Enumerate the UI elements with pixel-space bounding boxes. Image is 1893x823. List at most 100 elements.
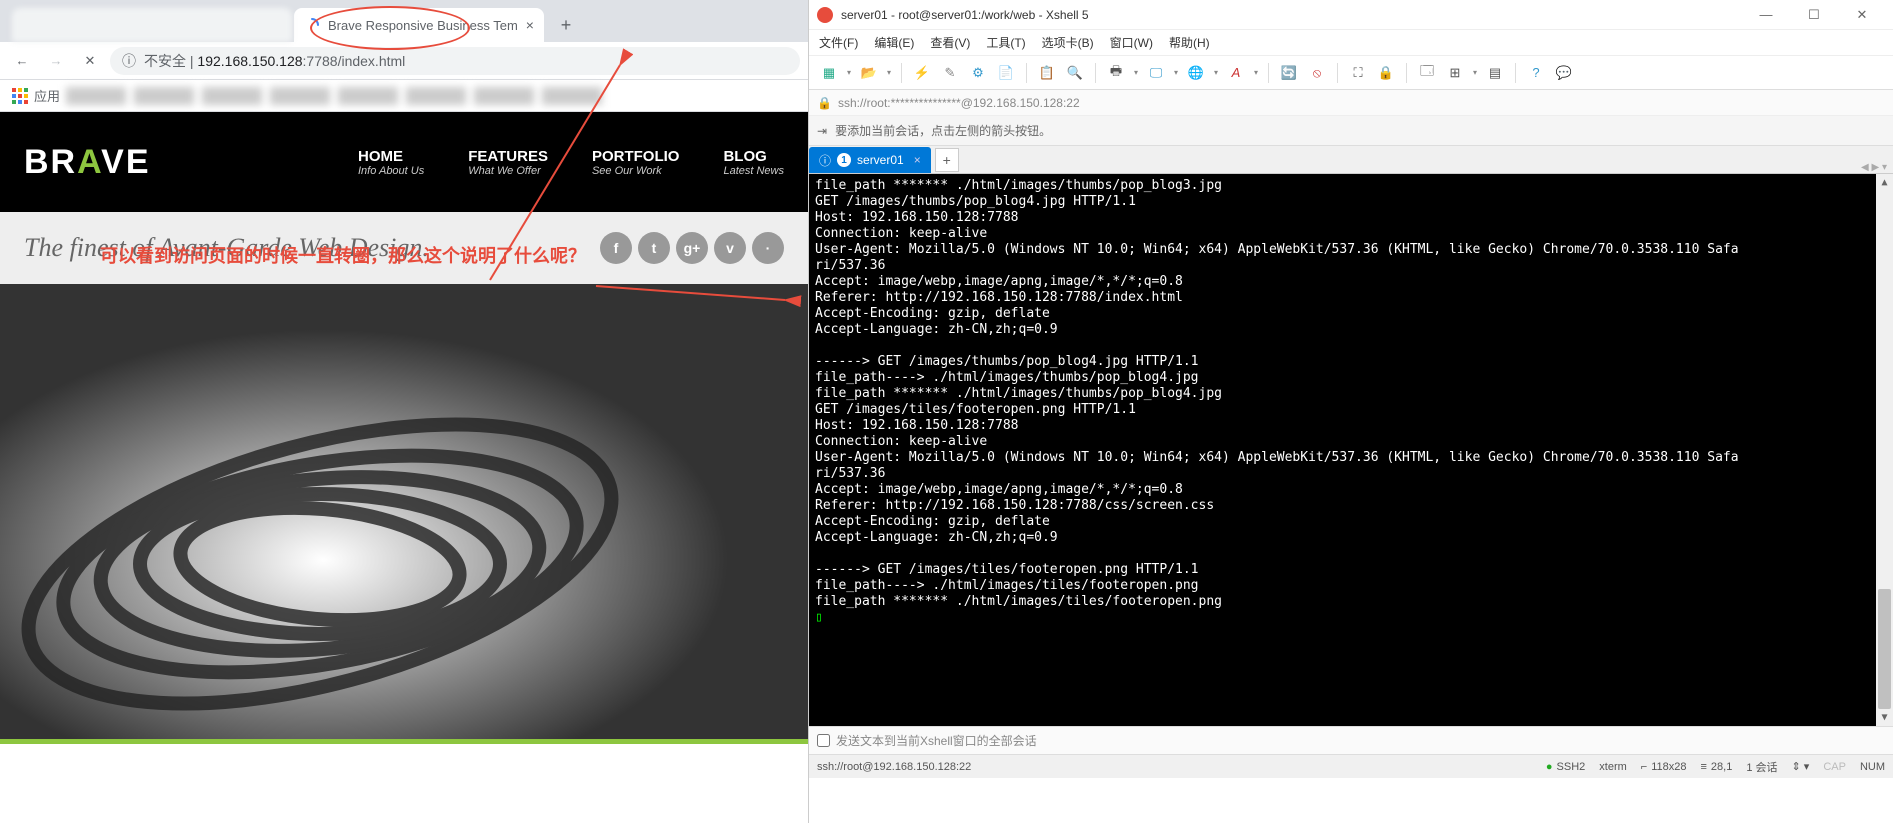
loading-spinner-icon xyxy=(304,17,320,33)
browser-tab-inactive[interactable] xyxy=(12,8,292,42)
chat-icon[interactable]: 💬 xyxy=(1552,61,1576,85)
find-icon[interactable]: 🔍 xyxy=(1063,61,1087,85)
url-sep: | xyxy=(186,53,197,69)
menu-tabs[interactable]: 选项卡(B) xyxy=(1042,34,1094,51)
send-placeholder: 发送文本到当前Xshell窗口的全部会话 xyxy=(836,732,1037,749)
copy-icon[interactable]: 📋 xyxy=(1035,61,1059,85)
menu-edit[interactable]: 编辑(E) xyxy=(874,34,914,51)
browser-window: Brave Responsive Business Tem × + ← → ✕ … xyxy=(0,0,808,823)
session-name: server01 xyxy=(857,153,904,167)
twitter-icon[interactable]: t xyxy=(638,232,670,264)
status-ssh: SSH2 xyxy=(1557,761,1586,773)
bookmarks-bar: 应用 xyxy=(0,80,808,112)
arrange-icon[interactable]: ▤ xyxy=(1483,61,1507,85)
browser-address-bar: ← → ✕ ⓘ 不安全 | 192.168.150.128 :7788/inde… xyxy=(0,42,808,80)
social-icons: f t g+ v · xyxy=(600,232,784,264)
googleplus-icon[interactable]: g+ xyxy=(676,232,708,264)
xshell-menubar: 文件(F) 编辑(E) 查看(V) 工具(T) 选项卡(B) 窗口(W) 帮助(… xyxy=(809,30,1893,56)
more-icon[interactable]: · xyxy=(752,232,784,264)
forward-button[interactable]: → xyxy=(42,47,70,75)
facebook-icon[interactable]: f xyxy=(600,232,632,264)
terminal-cursor: ▯ xyxy=(815,610,823,625)
lock-icon[interactable]: 🔒 xyxy=(1374,61,1398,85)
ssh-url[interactable]: ssh://root:***************@192.168.150.1… xyxy=(838,96,1080,110)
session-tab-active[interactable]: ⓘ 1 server01 × xyxy=(809,147,931,173)
terminal-output[interactable]: file_path ******* ./html/images/thumbs/p… xyxy=(809,174,1893,726)
site-logo[interactable]: BRAVE xyxy=(24,143,151,182)
stop-log-icon[interactable]: ⦸ xyxy=(1305,61,1329,85)
xshell-titlebar[interactable]: server01 - root@server01:/work/web - Xsh… xyxy=(809,0,1893,30)
session-close-icon[interactable]: × xyxy=(914,153,921,167)
annotation-text: 可以看到访问页面的时候一直转圈，那么这个说明了什么呢？ xyxy=(100,242,586,268)
tab-close-icon[interactable]: × xyxy=(526,17,534,33)
bookmarks-blurred xyxy=(66,87,796,105)
print-icon[interactable]: 🖶 xyxy=(1104,61,1128,85)
info-icon: ⓘ xyxy=(819,152,831,169)
browser-tab-active[interactable]: Brave Responsive Business Tem × xyxy=(294,8,544,42)
refresh-icon[interactable]: 🔄 xyxy=(1277,61,1301,85)
properties-icon[interactable]: ⚙ xyxy=(966,61,990,85)
tab-title: Brave Responsive Business Tem xyxy=(328,18,518,33)
status-sess-nav-icon[interactable]: ⇕ ▾ xyxy=(1792,760,1810,773)
nav-portfolio[interactable]: PORTFOLIOSee Our Work xyxy=(592,148,680,177)
vimeo-icon[interactable]: v xyxy=(714,232,746,264)
close-button[interactable]: ✕ xyxy=(1839,1,1885,29)
status-connection: ssh://root@192.168.150.128:22 xyxy=(817,761,1532,773)
scroll-thumb[interactable] xyxy=(1878,589,1891,709)
menu-tools[interactable]: 工具(T) xyxy=(986,34,1025,51)
status-size: 118x28 xyxy=(1651,761,1686,773)
site-info-icon[interactable]: ⓘ xyxy=(122,51,136,71)
scroll-down-icon[interactable]: ▼ xyxy=(1876,709,1893,726)
back-button[interactable]: ← xyxy=(8,47,36,75)
status-cap: CAP xyxy=(1823,761,1846,773)
menu-file[interactable]: 文件(F) xyxy=(819,34,858,51)
new-tab-button[interactable]: + xyxy=(552,11,580,39)
help-icon[interactable]: ? xyxy=(1524,61,1548,85)
url-input[interactable]: ⓘ 不安全 | 192.168.150.128 :7788/index.html xyxy=(110,47,800,75)
site-nav: HOMEInfo About Us FEATURESWhat We Offer … xyxy=(358,148,784,177)
apps-button[interactable]: 应用 xyxy=(12,86,60,105)
send-to-all-bar: 发送文本到当前Xshell窗口的全部会话 xyxy=(809,726,1893,754)
abstract-pattern xyxy=(0,284,808,744)
globe-icon[interactable]: 🌐 xyxy=(1184,61,1208,85)
new-session-icon[interactable]: ▦ xyxy=(817,61,841,85)
apps-icon xyxy=(12,88,28,104)
cascade-icon[interactable]: 🗔 xyxy=(1415,61,1439,85)
url-rest: :7788/index.html xyxy=(303,53,406,69)
maximize-button[interactable]: ☐ xyxy=(1791,1,1837,29)
minimize-button[interactable]: — xyxy=(1743,1,1789,29)
reconnect-icon[interactable]: ⚡ xyxy=(910,61,934,85)
nav-features[interactable]: FEATURESWhat We Offer xyxy=(468,148,548,177)
url-host: 192.168.150.128 xyxy=(197,53,302,69)
stop-button[interactable]: ✕ xyxy=(76,47,104,75)
browser-tabbar: Brave Responsive Business Tem × + xyxy=(0,0,808,42)
ssh-address-bar: 🔒 ssh://root:***************@192.168.150… xyxy=(809,90,1893,116)
disconnect-icon[interactable]: ✎ xyxy=(938,61,962,85)
menu-view[interactable]: 查看(V) xyxy=(930,34,970,51)
menu-help[interactable]: 帮助(H) xyxy=(1169,34,1210,51)
webpage-content: BRAVE HOMEInfo About Us FEATURESWhat We … xyxy=(0,112,808,823)
screen-icon[interactable]: 🖵 xyxy=(1144,61,1168,85)
terminal-scrollbar[interactable]: ▲ ▼ xyxy=(1876,174,1893,726)
open-icon[interactable]: 📂 xyxy=(857,61,881,85)
status-term: xterm xyxy=(1599,761,1627,773)
session-number: 1 xyxy=(837,153,851,167)
tile-icon[interactable]: ⊞ xyxy=(1443,61,1467,85)
hint-text: 要添加当前会话，点击左侧的箭头按钮。 xyxy=(835,122,1051,139)
fullscreen-icon[interactable]: ⛶ xyxy=(1346,61,1370,85)
xshell-toolbar: ▦▾ 📂▾ ⚡ ✎ ⚙ 📄 📋 🔍 🖶▾ 🖵▾ 🌐▾ A▾ 🔄 ⦸ ⛶ 🔒 🗔 … xyxy=(809,56,1893,90)
tab-scroll-arrows[interactable]: ◀ ▶ ▾ xyxy=(1861,162,1893,173)
send-all-checkbox[interactable] xyxy=(817,734,830,747)
new-session-tab-button[interactable]: + xyxy=(935,148,959,172)
xshell-statusbar: ssh://root@192.168.150.128:22 ●SSH2 xter… xyxy=(809,754,1893,778)
copy-session-icon[interactable]: 📄 xyxy=(994,61,1018,85)
status-pos: 28,1 xyxy=(1711,761,1732,773)
font-icon[interactable]: A xyxy=(1224,61,1248,85)
scroll-up-icon[interactable]: ▲ xyxy=(1876,174,1893,191)
xshell-title: server01 - root@server01:/work/web - Xsh… xyxy=(841,8,1089,22)
apps-label: 应用 xyxy=(34,86,60,105)
nav-home[interactable]: HOMEInfo About Us xyxy=(358,148,424,177)
add-session-icon[interactable]: ⇥ xyxy=(817,124,827,138)
nav-blog[interactable]: BLOGLatest News xyxy=(723,148,784,177)
menu-window[interactable]: 窗口(W) xyxy=(1110,34,1153,51)
